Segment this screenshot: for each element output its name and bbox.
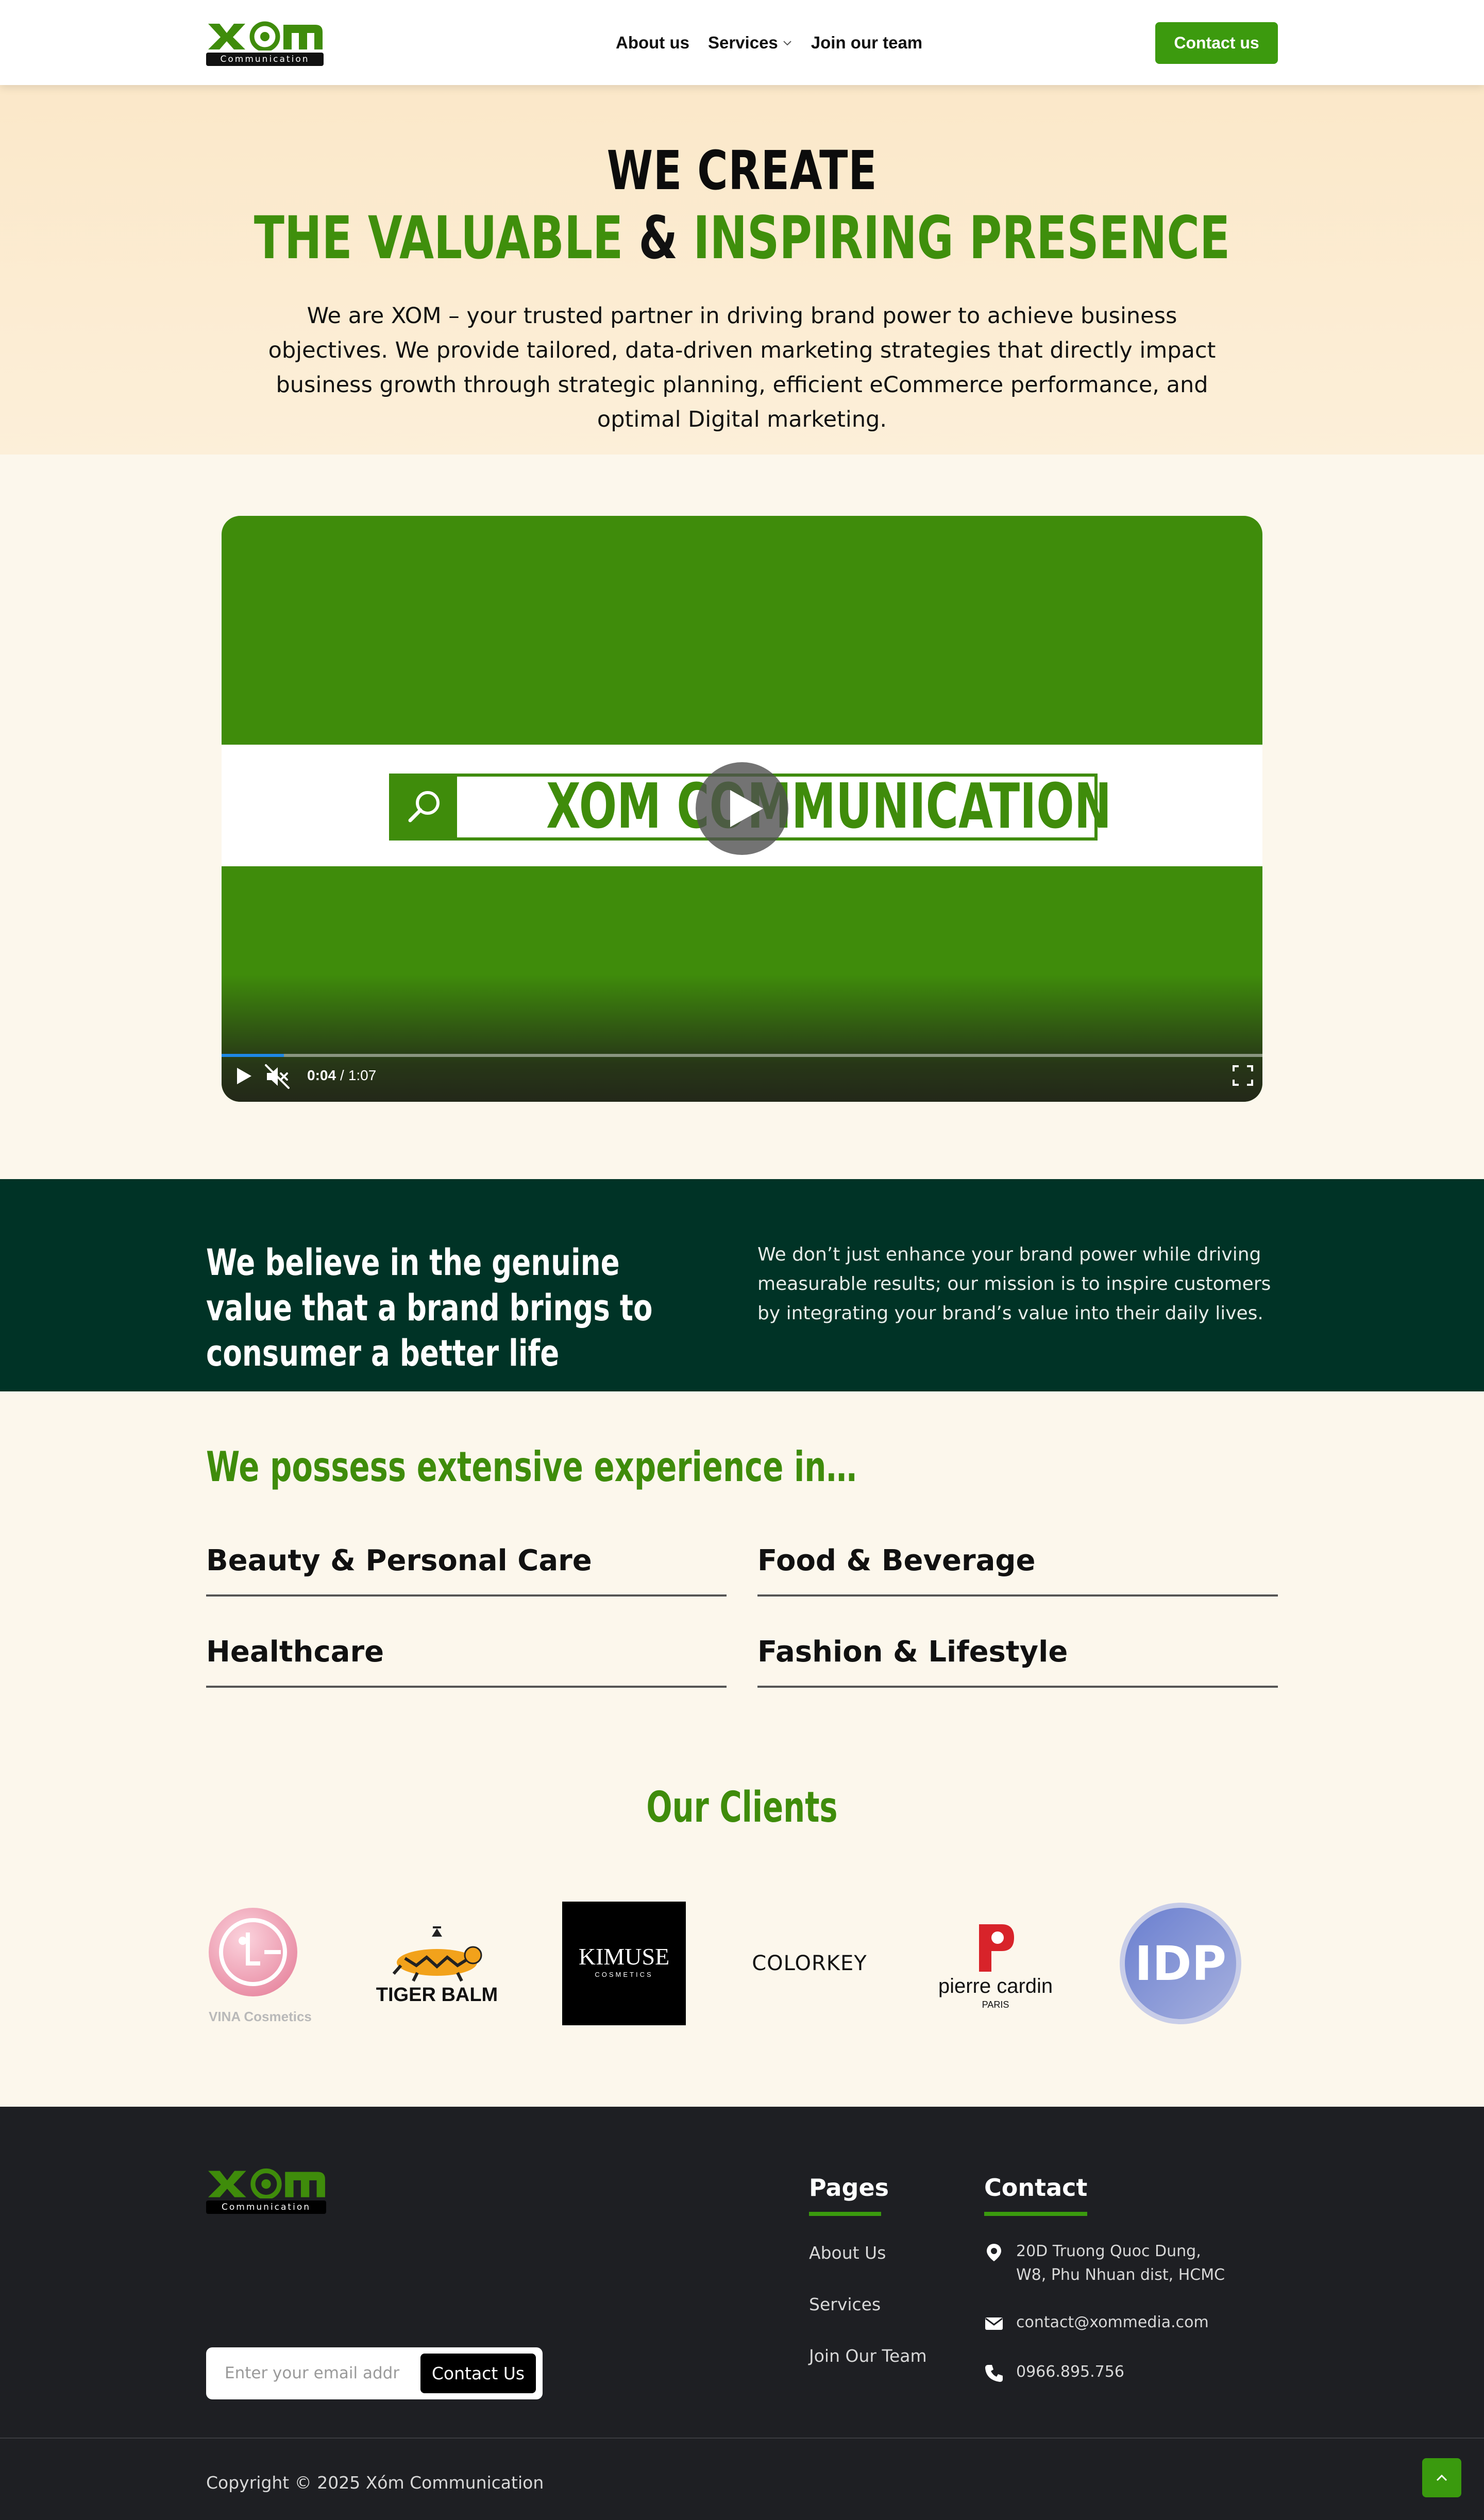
video-duration: 1:07 (348, 1067, 377, 1083)
footer-contact-title: Contact (984, 2174, 1088, 2202)
hero-headline-line1: WE CREATE (606, 139, 878, 202)
footer-logo-tagline: Communication (206, 2200, 326, 2214)
client-logo-idp: IDP (1119, 1902, 1242, 2025)
footer-divider (0, 2438, 1484, 2439)
hero-section: WE CREATE THE VALUABLE & INSPIRING PRESE… (0, 85, 1484, 455)
hero-inspiring: INSPIRING PRESENCE (693, 204, 1230, 272)
kimuse-wordmark: KIMUSE (578, 1943, 670, 1970)
site-footer: Communication Contact Us Pages About Us … (0, 2107, 1484, 2520)
video-progress-fill (222, 1054, 284, 1057)
pierre-cardin-wordmark: pierre cardin (938, 1975, 1053, 1997)
client-logo-pierre-cardin: pierre cardin PARIS (934, 1902, 1057, 2025)
footer-phone-text: 0966.895.756 (1016, 2363, 1124, 2381)
hero-ampersand: & (638, 204, 678, 272)
hero-headline-line2: THE VALUABLE & INSPIRING PRESENCE (178, 204, 1306, 272)
idp-wordmark: IDP (1134, 1936, 1227, 1991)
nav-join-our-team[interactable]: Join our team (811, 33, 922, 53)
experience-item: Healthcare (206, 1626, 727, 1688)
tiger-balm-wordmark: TIGER BALM (376, 1984, 498, 2006)
video-time-display: 0:04 / 1:07 (307, 1065, 376, 1086)
logo-tagline: Communication (206, 53, 324, 66)
client-logo-colorkey: COLORKEY (748, 1902, 871, 2025)
kimuse-subtitle: COSMETICS (595, 1971, 653, 1978)
fullscreen-icon[interactable] (1232, 1064, 1254, 1087)
nav-services-label: Services (707, 33, 778, 52)
lg-vina-logo-image (209, 1908, 297, 1996)
lg-vina-caption: VINA Cosmetics (209, 2009, 312, 2024)
footer-xom-logo[interactable]: Communication (206, 2168, 327, 2215)
footer-copyright: Copyright © 2025 Xóm Communication (206, 2473, 544, 2493)
envelope-icon (985, 2317, 1003, 2330)
experience-item-label: Beauty & Personal Care (206, 1544, 592, 1577)
back-to-top-button[interactable] (1422, 2458, 1461, 2497)
tiger-balm-logo-image (392, 1926, 482, 1982)
mission-text: We don’t just enhance your brand power w… (757, 1244, 1271, 1324)
newsletter-email-input[interactable] (225, 2359, 400, 2388)
video-time-separator: / (340, 1067, 344, 1083)
hero-valuable: THE VALUABLE (254, 204, 623, 272)
footer-address-text: 20D Truong Quoc Dung, W8, Phu Nhuan dist… (1016, 2240, 1225, 2287)
client-logo-kimuse: KIMUSE COSMETICS (562, 1902, 686, 2025)
muted-speaker-icon[interactable] (264, 1063, 291, 1090)
footer-email[interactable]: contact@xommedia.com (984, 2311, 1209, 2334)
video-controls-gradient (222, 975, 1262, 1102)
experience-item-label: Healthcare (206, 1635, 384, 1669)
xom-logo-mark (208, 2168, 325, 2198)
xom-logo-mark (208, 21, 323, 51)
phone-icon (985, 2365, 1003, 2382)
footer-address-line2: W8, Phu Nhuan dist, HCMC (1016, 2266, 1225, 2284)
footer-email-text: contact@xommedia.com (1016, 2313, 1209, 2331)
newsletter-form: Contact Us (206, 2347, 543, 2399)
client-logo-lg-vina: VINA Cosmetics (193, 1902, 317, 2025)
play-icon (730, 790, 763, 827)
footer-pages-title: Pages (809, 2174, 889, 2202)
search-icon (408, 791, 440, 822)
contact-us-button[interactable]: Contact us (1155, 22, 1278, 64)
colorkey-wordmark: COLORKEY (752, 1952, 867, 1975)
location-pin-icon (987, 2244, 1001, 2261)
footer-address-line1: 20D Truong Quoc Dung, (1016, 2242, 1201, 2260)
mission-section: We believe in the genuine value that a b… (0, 1179, 1484, 1391)
pierre-cardin-subtitle: PARIS (982, 2000, 1009, 2010)
footer-link-join-our-team[interactable]: Join Our Team (809, 2346, 927, 2366)
xom-logo[interactable]: Communication (206, 21, 325, 67)
main-nav: About us Services Join our team (616, 31, 922, 55)
experience-item: Fashion & Lifestyle (757, 1626, 1278, 1688)
video-current-time: 0:04 (307, 1067, 336, 1083)
footer-address: 20D Truong Quoc Dung, W8, Phu Nhuan dist… (984, 2240, 1225, 2287)
chevron-down-icon (783, 41, 791, 46)
newsletter-contact-button[interactable]: Contact Us (420, 2354, 536, 2393)
video-progress-bar[interactable] (222, 1054, 1262, 1057)
video-play-overlay-button[interactable] (696, 762, 788, 855)
hero-description: We are XOM – your trusted partner in dri… (268, 303, 1216, 432)
experience-item: Beauty & Personal Care (206, 1535, 727, 1597)
client-logo-tiger-balm: TIGER BALM (375, 1902, 499, 2025)
footer-contact-underline (984, 2212, 1087, 2216)
experience-item: Food & Beverage (757, 1535, 1278, 1597)
clients-title: Our Clients (646, 1783, 838, 1832)
nav-join-label: Join our team (811, 33, 923, 52)
footer-link-about-us[interactable]: About Us (809, 2243, 886, 2263)
nav-about-us[interactable]: About us (616, 33, 689, 53)
experience-title: We possess extensive experience in… (206, 1443, 857, 1491)
nav-about-us-label: About us (616, 33, 689, 52)
footer-phone[interactable]: 0966.895.756 (984, 2360, 1124, 2384)
experience-item-label: Fashion & Lifestyle (757, 1635, 1068, 1669)
footer-link-services[interactable]: Services (809, 2294, 881, 2314)
video-search-icon-box (392, 777, 457, 837)
pierre-cardin-emblem (979, 1924, 1014, 1972)
mission-title: We believe in the genuine value that a b… (206, 1241, 653, 1374)
experience-item-label: Food & Beverage (757, 1544, 1036, 1577)
nav-services[interactable]: Services (708, 33, 792, 53)
play-icon[interactable] (232, 1065, 255, 1087)
site-header: Communication About us Services Join our… (0, 0, 1484, 85)
footer-pages-underline (809, 2212, 881, 2216)
intro-video-player[interactable]: XOM COMMUNICATION 0:04 / 1:07 (222, 516, 1262, 1102)
chevron-up-icon (1436, 2474, 1447, 2481)
